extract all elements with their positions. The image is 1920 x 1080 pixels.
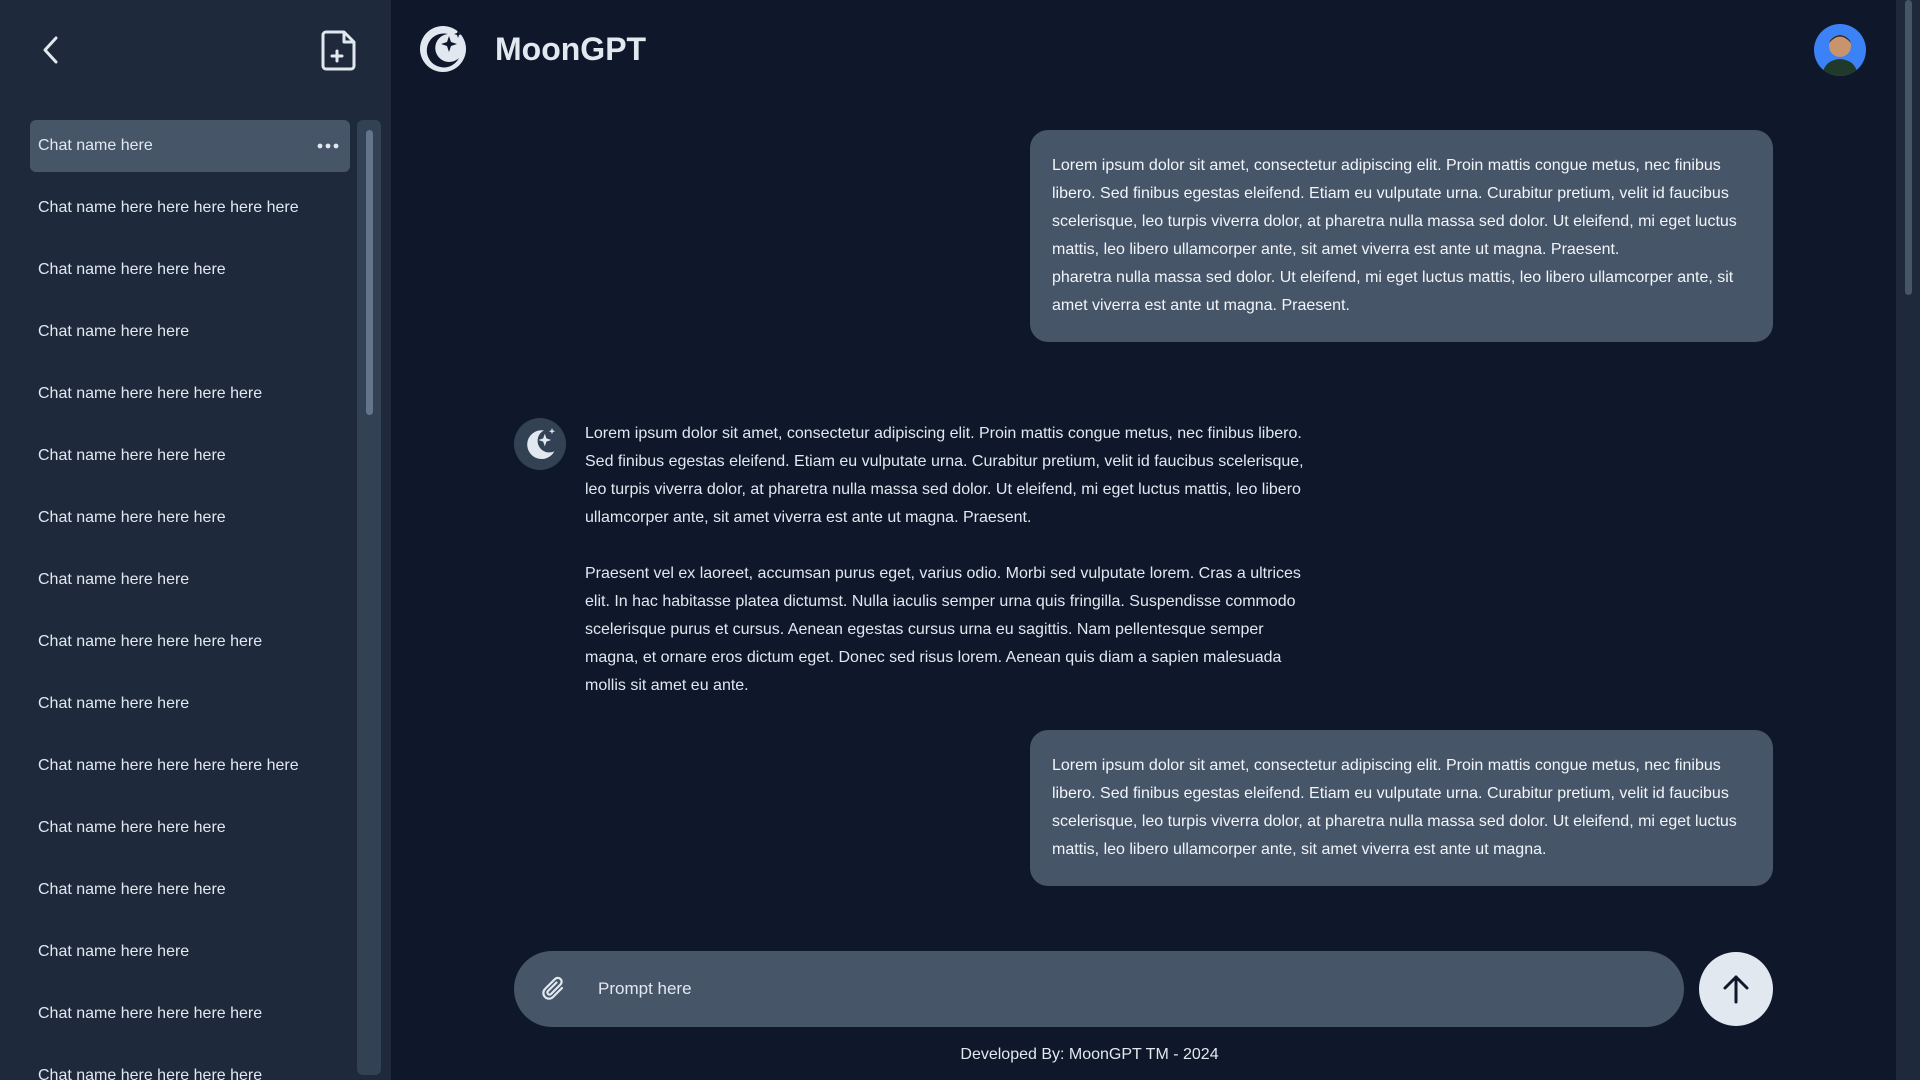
chat-list-item-label: Chat name here here here: [38, 881, 226, 898]
chat-list-item[interactable]: Chat name here here here here here: [30, 182, 350, 234]
chevron-left-icon: [43, 36, 58, 64]
chat-list: Chat name here Chat name here here here h…: [30, 120, 350, 1080]
chat-list-item-label: Chat name here: [38, 137, 153, 154]
chat-list-item[interactable]: Chat name here here here: [30, 430, 350, 482]
assistant-message-paragraph: Praesent vel ex laoreet, accumsan purus …: [585, 565, 1301, 694]
sidebar-header: [0, 0, 391, 100]
user-message: Lorem ipsum dolor sit amet, consectetur …: [1030, 130, 1773, 342]
chat-list-item-label: Chat name here here here: [38, 819, 226, 836]
assistant-message: Lorem ipsum dolor sit amet, consectetur …: [585, 420, 1315, 700]
sidebar: Chat name here Chat name here here here h…: [0, 0, 391, 1080]
chat-list-item[interactable]: Chat name here here here here: [30, 368, 350, 420]
moon-stars-icon: [418, 24, 468, 74]
main-scrollbar-thumb[interactable]: [1905, 0, 1912, 295]
chat-list-item[interactable]: Chat name here here here: [30, 802, 350, 854]
chat-list-item-label: Chat name here here here here here: [38, 199, 299, 216]
assistant-avatar: [514, 418, 566, 470]
chat-list-item-label: Chat name here here here: [38, 447, 226, 464]
chat-list-item-label: Chat name here here here here: [38, 633, 263, 650]
send-button[interactable]: [1699, 952, 1773, 1026]
chat-list-item-label: Chat name here here here: [38, 261, 226, 278]
chat-list-item[interactable]: Chat name here here here here: [30, 1050, 350, 1080]
chat-list-item-label: Chat name here here: [38, 695, 190, 712]
chat-list-item-label: Chat name here here: [38, 571, 190, 588]
chat-list-item-label: Chat name here here: [38, 943, 190, 960]
arrow-up-icon: [1723, 975, 1749, 1004]
chat-list-item[interactable]: Chat name here here: [30, 678, 350, 730]
chat-list-item[interactable]: Chat name here here: [30, 554, 350, 606]
footer-text: Developed By: MoonGPT TM - 2024: [960, 1046, 1219, 1063]
avatar[interactable]: [1814, 24, 1866, 76]
moon-stars-icon: [527, 428, 556, 459]
chat-list-item-label: Chat name here here here here: [38, 385, 263, 402]
chat-list-item[interactable]: Chat name here here here here: [30, 988, 350, 1040]
chat-list-item-label: Chat name here here here here: [38, 1067, 263, 1080]
app-title: MoonGPT: [495, 31, 647, 67]
chat-list-item[interactable]: Chat name here here here: [30, 492, 350, 544]
chat-list-item-label: Chat name here here here here: [38, 1005, 263, 1022]
chat-list-item[interactable]: Chat name here here here: [30, 244, 350, 296]
chat-list-item[interactable]: Chat name here here here here: [30, 616, 350, 668]
paperclip-icon: [542, 976, 564, 1000]
chat-list-item[interactable]: Chat name here here here: [30, 864, 350, 916]
chat-list-item-label: Chat name here here here: [38, 509, 226, 526]
user-message-text: Lorem ipsum dolor sit amet, consectetur …: [1052, 757, 1737, 858]
back-button[interactable]: [35, 30, 67, 70]
sidebar-scrollbar-thumb[interactable]: [366, 130, 373, 415]
chat-list-item[interactable]: Chat name here here: [30, 306, 350, 358]
user-message-text: Lorem ipsum dolor sit amet, consectetur …: [1052, 157, 1737, 314]
chat-list-item[interactable]: Chat name here: [30, 120, 350, 172]
chat-list-item[interactable]: Chat name here here: [30, 926, 350, 978]
chat-list-item-label: Chat name here here here here here: [38, 757, 299, 774]
new-chat-button[interactable]: [318, 28, 360, 72]
user-message: Lorem ipsum dolor sit amet, consectetur …: [1030, 730, 1773, 886]
file-plus-icon: [321, 30, 356, 71]
user-avatar-icon: [1814, 24, 1866, 76]
chat-list-item[interactable]: Chat name here here here here here: [30, 740, 350, 792]
attach-button[interactable]: [534, 969, 574, 1009]
assistant-message-paragraph: Lorem ipsum dolor sit amet, consectetur …: [585, 425, 1304, 526]
prompt-input[interactable]: [598, 969, 1684, 1009]
chat-list-item-label: Chat name here here: [38, 323, 190, 340]
ellipsis-icon[interactable]: [314, 136, 342, 156]
prompt-bar: [514, 951, 1684, 1027]
